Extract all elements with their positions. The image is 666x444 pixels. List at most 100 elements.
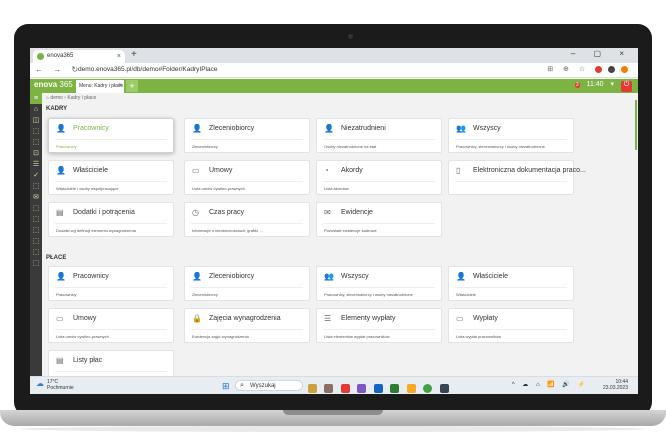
tile-wszyscy[interactable]: 👥 Wszyscy Pracownicy, zleceniobiorcy i oso… [316, 266, 442, 301]
tile-icon: 👤 [192, 272, 202, 281]
window-controls[interactable]: – ▢ × [571, 49, 632, 58]
sidebar-item-icon[interactable]: ✓ [30, 170, 42, 181]
sidebar-item-icon[interactable]: ⬚ [30, 137, 42, 148]
tile-elektroniczna-dokumentacja-praco[interactable]: ▯ Elektroniczna dokumentacja praco... [448, 160, 586, 195]
notification-badge[interactable]: 3 [574, 82, 580, 88]
laptop-shadow [20, 426, 646, 432]
sidebar-item-icon[interactable]: ⬚ [30, 225, 42, 236]
tile-wszyscy[interactable]: 👥 Wszyscy Pracownicy, zleceniobiorcy i oso… [448, 118, 574, 153]
sidebar-item-icon[interactable]: ≡ [30, 93, 42, 104]
tile-icon: ◔ [324, 166, 329, 175]
sidebar-item-icon[interactable]: ⊡ [30, 148, 42, 159]
sidebar-item-icon[interactable]: ◫ [30, 115, 42, 126]
tile-dodatki-i-potrącenia[interactable]: ▤ Dodatki i potrącenia Dodatki wg definicj… [48, 202, 174, 237]
sidebar-item-icon[interactable]: ⬚ [30, 203, 42, 214]
sidebar-item-icon[interactable]: ⬚ [30, 236, 42, 247]
tile-divider [323, 139, 435, 140]
tile-ewidencje[interactable]: ✉ Ewidencje Pozostałe ewidencje kadrowe [316, 202, 442, 237]
tile-description: Lista akordów [324, 186, 349, 191]
tile-description: Lista wypłat pracowników [456, 334, 502, 339]
tile-zleceniobiorcy[interactable]: 👤 Zleceniobiorcy Zleceniobiorcy [184, 118, 310, 153]
new-tab-button[interactable]: + [131, 49, 137, 60]
tile-title: Właściciele [473, 273, 509, 280]
tile-umowy[interactable]: ▭ Umowy Lista umów cywilno-prawnych [184, 160, 310, 195]
tile-właściciele[interactable]: 👤 Właściciele Właściciele i osoby współpra… [48, 160, 174, 195]
taskbar-apps [308, 380, 452, 394]
system-tray[interactable]: ^ ☁ ⌂ 📶 🔊 ⚡ [512, 381, 588, 388]
tile-description: Pozostałe ewidencje kadrowe [324, 228, 377, 233]
tile-divider [191, 181, 303, 182]
office-app-icon[interactable] [340, 384, 350, 394]
sidebar-item-icon[interactable]: ⬚ [30, 258, 42, 269]
tile-divider [55, 223, 167, 224]
tile-icon: 👤 [456, 272, 466, 281]
windows-start-icon[interactable]: ⊞ [222, 381, 230, 392]
camera-app-icon[interactable] [324, 384, 334, 394]
tile-divider [191, 329, 303, 330]
tile-description: Właściciele [456, 292, 477, 297]
sidebar-item-icon[interactable]: ⬚ [30, 181, 42, 192]
tile-title: Czas pracy [209, 209, 245, 216]
tile-elementy-wypłaty[interactable]: ☰ Elementy wypłaty Lista elementów wypłat … [316, 308, 442, 343]
app-menu-dropdown-icon[interactable]: ▾ [611, 81, 615, 88]
laptop-notch [283, 410, 383, 415]
tile-wypłaty[interactable]: ▭ Wypłaty Lista wypłat pracowników [448, 308, 574, 343]
tile-title: Wszyscy [473, 125, 501, 132]
tile-description: Dodatki wg definicji elementu wynagrodze… [56, 228, 136, 233]
scrollbar[interactable] [635, 100, 637, 150]
app-tab-menu[interactable]: Menu: Kadry i płace × [76, 80, 124, 93]
add-app-tab-button[interactable]: + [126, 80, 138, 92]
extension-puzzle-icon[interactable] [608, 65, 616, 73]
teams-app-icon[interactable] [357, 384, 367, 394]
explorer-app-icon[interactable] [406, 384, 416, 394]
tile-akordy[interactable]: ◔ Akordy Lista akordów [316, 160, 442, 195]
store-app-icon[interactable] [439, 384, 449, 394]
chrome-app-icon[interactable] [423, 384, 433, 394]
sidebar-item-icon[interactable]: ⬚ [30, 126, 42, 137]
tile-title: Zleceniobiorcy [209, 125, 255, 132]
tile-title: Elementy wypłaty [341, 315, 396, 322]
weather-widget[interactable]: ☁ 17°C Pochmurnie [36, 379, 74, 391]
tile-divider [55, 329, 167, 330]
tile-zajęcia-wynagrodzenia[interactable]: 🔒 Zajęcia wynagrodzenia Ewidencja zajęć wy… [184, 308, 310, 343]
excel-app-icon[interactable] [390, 384, 400, 394]
taskbar-clock[interactable]: 10:44 23.03.2023 [603, 379, 628, 391]
tile-czas-pracy[interactable]: ◷ Czas pracy Informacje o nieobecnościach,… [184, 202, 310, 237]
extension-red-icon[interactable] [595, 65, 603, 73]
tile-description: Pracownicy, zleceniobiorcy i osoby nieza… [324, 292, 413, 297]
sidebar-item-icon[interactable]: ☰ [30, 159, 42, 170]
extension-icons[interactable]: ⊞ ⊕ ☆ [547, 65, 628, 73]
weather-desc: Pochmurnie [47, 385, 74, 391]
outlook-app-icon[interactable] [373, 384, 383, 394]
tile-pracownicy[interactable]: 👤 Pracownicy Pracownicy [48, 266, 174, 301]
breadcrumb[interactable]: ⌂ demo › Kadry i płace [46, 95, 96, 101]
browser-tab[interactable]: enova365 × [33, 50, 125, 63]
tile-zleceniobiorcy[interactable]: 👤 Zleceniobiorcy Zleceniobiorcy [184, 266, 310, 301]
profile-avatar-icon[interactable] [621, 65, 628, 73]
sidebar-item-icon[interactable]: ⬚ [30, 247, 42, 258]
tile-divider [455, 329, 567, 330]
tile-icon: ◷ [192, 208, 199, 217]
power-icon[interactable]: ⏻ [621, 81, 632, 92]
tile-niezatrudnieni[interactable]: 👤 Niezatrudnieni Osoby niezatrudnione na e… [316, 118, 442, 153]
tile-icon: ✉ [324, 208, 331, 217]
tile-divider [323, 181, 435, 182]
screen: enova365 × + – ▢ × ← → ↻ demo.enova365.p… [30, 48, 638, 394]
tile-icon: 👤 [56, 272, 66, 281]
url-field[interactable]: demo.enova365.pl/db/demo#Folder/KadryIPl… [78, 66, 217, 73]
tile-title: Ewidencje [341, 209, 373, 216]
sidebar-item-icon[interactable]: ✉ [30, 192, 42, 203]
taskbar-search[interactable]: ⌕ Wyszukaj [235, 380, 303, 391]
sidebar-item-icon[interactable]: ⌂ [30, 104, 42, 115]
tile-umowy[interactable]: ▭ Umowy Lista umów cywilno-prawnych [48, 308, 174, 343]
nav-buttons[interactable]: ← → ↻ [35, 65, 82, 74]
close-app-tab-icon[interactable]: × [118, 80, 122, 92]
task-view-icon[interactable] [308, 384, 317, 394]
close-tab-icon[interactable]: × [117, 50, 121, 63]
tile-pracownicy[interactable]: 👤 Pracownicy Pracownicy [48, 118, 174, 153]
tile-icon: 🔒 [192, 314, 202, 323]
tile-właściciele[interactable]: 👤 Właściciele Właściciele [448, 266, 574, 301]
app-tab-label: Menu: Kadry i płace [79, 83, 124, 89]
browser-tool-icons[interactable]: ⊞ ⊕ ☆ [547, 66, 589, 73]
sidebar-item-icon[interactable]: ⬚ [30, 214, 42, 225]
